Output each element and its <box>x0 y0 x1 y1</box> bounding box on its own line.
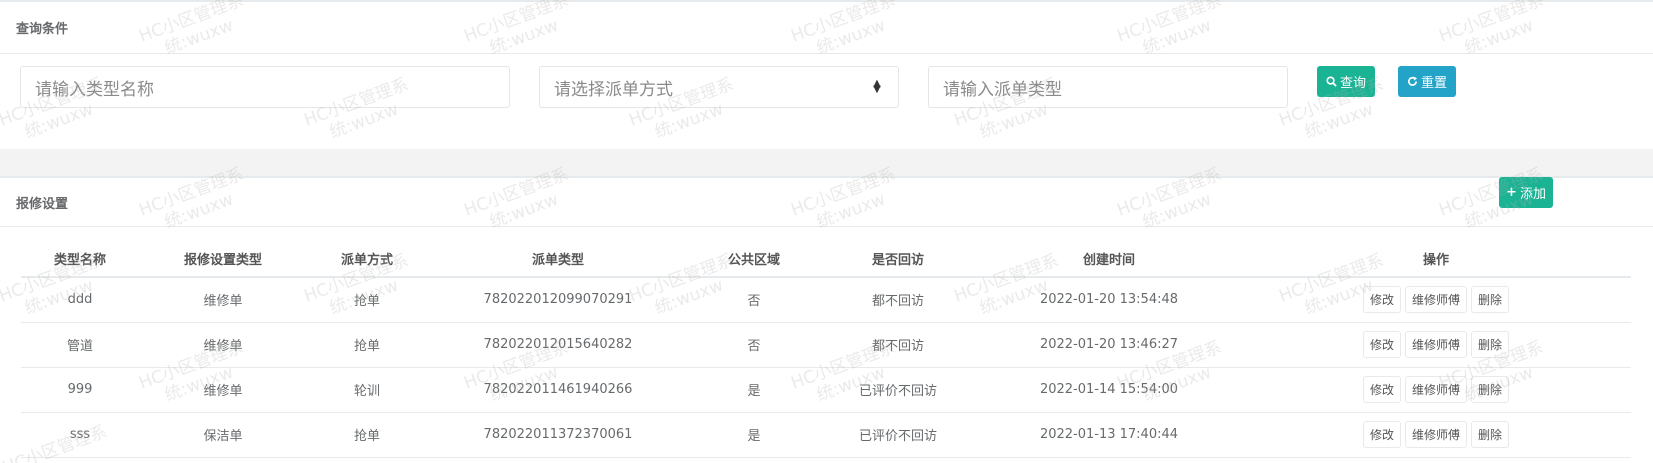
cell-actions: 修改 维修师傅 删除 <box>1241 322 1631 368</box>
column-header: 报修设置类型 <box>139 241 307 278</box>
technician-button[interactable]: 维修师傅 <box>1404 331 1467 358</box>
technician-button[interactable]: 维修师傅 <box>1404 286 1467 314</box>
cell-dispatch-type: 782022012099070291 <box>427 277 689 323</box>
cell-revisit: 都不回访 <box>819 322 977 368</box>
delete-button[interactable]: 删除 <box>1471 286 1510 314</box>
dispatch-method-select[interactable]: 请选择派单方式 ▲ ▼ <box>539 66 899 108</box>
cell-dispatch-method: 轮训 <box>307 367 427 413</box>
cell-type-name: ddd <box>21 277 139 323</box>
cell-dispatch-type: 782022012015640282 <box>427 322 689 368</box>
cell-dispatch-method: 抢单 <box>307 277 427 323</box>
table-row: sss 保洁单 抢单 782022011372370061 是 已评价不回访 2… <box>21 412 1631 458</box>
cell-revisit: 已评价不回访 <box>819 412 977 458</box>
delete-button[interactable]: 删除 <box>1471 376 1510 403</box>
edit-button[interactable]: 修改 <box>1362 376 1401 403</box>
query-panel-title: 查询条件 <box>0 2 1653 54</box>
cell-public-area: 否 <box>689 322 819 368</box>
cell-revisit: 已评价不回访 <box>819 367 977 413</box>
table-row: 管道 维修单 抢单 782022012015640282 否 都不回访 2022… <box>21 322 1631 368</box>
column-header: 类型名称 <box>21 241 139 278</box>
column-header: 创建时间 <box>977 241 1241 278</box>
cell-setting-type: 维修单 <box>139 277 307 323</box>
column-header: 是否回访 <box>819 241 977 278</box>
plus-icon: + <box>1506 185 1517 200</box>
cell-public-area: 是 <box>689 367 819 413</box>
table-header-row: 类型名称 报修设置类型 派单方式 派单类型 公共区域 是否回访 创建时间 操作 <box>21 241 1631 278</box>
dispatch-method-placeholder: 请选择派单方式 <box>554 79 673 100</box>
reset-button[interactable]: 重置 <box>1398 66 1456 97</box>
type-name-placeholder: 请输入类型名称 <box>35 79 154 100</box>
add-label: 添加 <box>1519 187 1546 202</box>
column-header: 操作 <box>1241 241 1631 278</box>
cell-revisit: 都不回访 <box>819 277 977 323</box>
delete-button[interactable]: 删除 <box>1471 421 1510 448</box>
technician-button[interactable]: 维修师傅 <box>1404 376 1467 403</box>
edit-button[interactable]: 修改 <box>1362 331 1401 358</box>
refresh-icon <box>1408 76 1418 86</box>
add-button[interactable]: + 添加 <box>1499 177 1553 208</box>
cell-setting-type: 维修单 <box>139 322 307 368</box>
repair-settings-table: 类型名称 报修设置类型 派单方式 派单类型 公共区域 是否回访 创建时间 操作 … <box>21 241 1631 458</box>
edit-button[interactable]: 修改 <box>1362 421 1401 448</box>
cell-dispatch-method: 抢单 <box>307 412 427 458</box>
column-header: 公共区域 <box>689 241 819 278</box>
select-arrows-icon: ▲ ▼ <box>873 78 881 95</box>
reset-label: 重置 <box>1420 76 1447 91</box>
table-row: 999 维修单 轮训 782022011461940266 是 已评价不回访 2… <box>21 367 1631 413</box>
cell-public-area: 是 <box>689 412 819 458</box>
cell-actions: 修改 维修师傅 删除 <box>1241 367 1631 413</box>
delete-button[interactable]: 删除 <box>1471 331 1510 358</box>
column-header: 派单方式 <box>307 241 427 278</box>
technician-button[interactable]: 维修师傅 <box>1404 421 1467 448</box>
cell-dispatch-type: 782022011461940266 <box>427 367 689 413</box>
dispatch-type-input[interactable]: 请输入派单类型 <box>928 66 1288 108</box>
cell-actions: 修改 维修师傅 删除 <box>1241 277 1631 323</box>
cell-type-name: 999 <box>21 367 139 413</box>
cell-type-name: sss <box>21 412 139 458</box>
search-icon <box>1326 76 1337 87</box>
cell-actions: 修改 维修师傅 删除 <box>1241 412 1631 458</box>
cell-created: 2022-01-20 13:54:48 <box>977 277 1241 323</box>
search-button[interactable]: 查询 <box>1317 66 1375 97</box>
query-panel: 查询条件 请输入类型名称 请选择派单方式 ▲ ▼ 请输入派单类型 查询 重置 <box>0 0 1653 149</box>
table-row: ddd 维修单 抢单 782022012099070291 否 都不回访 202… <box>21 277 1631 323</box>
edit-button[interactable]: 修改 <box>1362 286 1401 314</box>
cell-created: 2022-01-20 13:46:27 <box>977 322 1241 368</box>
column-header: 派单类型 <box>427 241 689 278</box>
type-name-input[interactable]: 请输入类型名称 <box>20 66 510 108</box>
search-label: 查询 <box>1339 76 1366 91</box>
dispatch-type-placeholder: 请输入派单类型 <box>943 79 1062 100</box>
cell-type-name: 管道 <box>21 322 139 368</box>
repair-settings-title: 报修设置 <box>0 178 1653 227</box>
cell-created: 2022-01-14 15:54:00 <box>977 367 1241 413</box>
cell-dispatch-method: 抢单 <box>307 322 427 368</box>
cell-public-area: 否 <box>689 277 819 323</box>
cell-created: 2022-01-13 17:40:44 <box>977 412 1241 458</box>
cell-dispatch-type: 782022011372370061 <box>427 412 689 458</box>
cell-setting-type: 维修单 <box>139 367 307 413</box>
cell-setting-type: 保洁单 <box>139 412 307 458</box>
